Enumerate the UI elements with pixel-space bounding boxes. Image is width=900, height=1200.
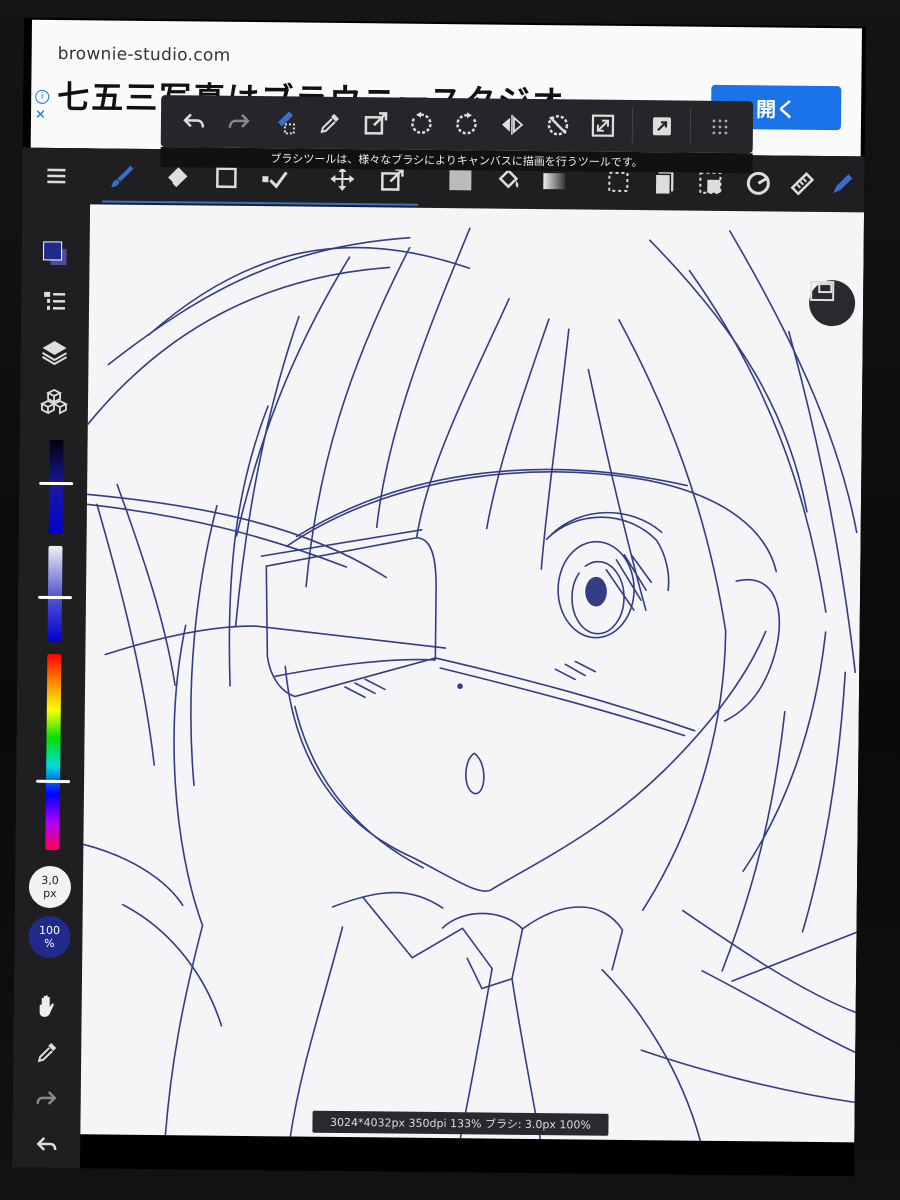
pen-icon[interactable] — [822, 164, 862, 204]
ad-info-icon[interactable]: i — [35, 89, 50, 104]
materials-icon[interactable] — [34, 382, 74, 422]
rotate-right-icon[interactable] — [447, 104, 487, 144]
eyedropper-icon[interactable] — [310, 103, 350, 143]
toolbar-separator — [690, 108, 692, 145]
grid-menu-icon[interactable] — [700, 107, 740, 147]
opacity-unit: % — [44, 936, 55, 950]
brush-size-button[interactable]: 3,0 px — [28, 865, 72, 909]
brightness-slider[interactable] — [39, 439, 74, 535]
lasso-fill-icon[interactable] — [265, 102, 305, 142]
left-sidebar: 3,0 px 100 % — [12, 147, 91, 1169]
brightness-slider-thumb[interactable] — [39, 481, 74, 486]
tablet-screen: brownie-studio.com 七五三写真はブラウニースタジオ i ✕ 開… — [12, 17, 866, 1177]
toolbar-separator — [631, 107, 634, 145]
navigator-button[interactable] — [808, 279, 856, 327]
fit-screen-icon[interactable] — [583, 105, 623, 145]
floating-toolbar — [160, 95, 754, 154]
saturation-slider[interactable] — [37, 545, 72, 643]
hue-slider[interactable] — [36, 653, 71, 851]
undo-icon[interactable] — [174, 101, 214, 141]
brush-size-unit: px — [43, 886, 57, 901]
rotate-left-icon[interactable] — [401, 104, 441, 144]
hand-icon[interactable] — [27, 986, 67, 1026]
menu-icon[interactable] — [36, 156, 76, 196]
saturation-slider-thumb[interactable] — [37, 595, 72, 600]
brush-list-icon[interactable] — [35, 282, 75, 322]
undo-icon[interactable] — [26, 1124, 66, 1164]
layers-icon[interactable] — [34, 332, 74, 372]
color-swatch[interactable] — [35, 234, 75, 274]
primary-color — [43, 241, 63, 261]
eyedropper-icon[interactable] — [27, 1032, 67, 1072]
ad-close-icon[interactable]: ✕ — [35, 108, 46, 123]
flip-icon[interactable] — [492, 105, 532, 145]
opacity-value: 100 — [38, 923, 61, 938]
brush-size-value: 3,0 — [41, 873, 59, 888]
drawing-canvas[interactable] — [80, 204, 865, 1143]
export-icon[interactable] — [642, 106, 682, 146]
opacity-button[interactable]: 100 % — [28, 915, 71, 959]
ruler-icon[interactable] — [782, 164, 822, 204]
reset-rotation-icon[interactable] — [538, 105, 578, 145]
hue-slider-thumb[interactable] — [36, 779, 71, 784]
redo-icon[interactable] — [27, 1078, 67, 1118]
ad-domain[interactable]: brownie-studio.com — [58, 44, 231, 66]
sketch-artwork — [82, 227, 858, 1142]
status-bar: 3024*4032px 350dpi 133% ブラシ: 3.0px 100% — [312, 1110, 609, 1136]
redo-icon[interactable] — [219, 102, 259, 142]
transform-icon[interactable] — [356, 103, 396, 143]
brush-icon[interactable] — [102, 156, 142, 196]
